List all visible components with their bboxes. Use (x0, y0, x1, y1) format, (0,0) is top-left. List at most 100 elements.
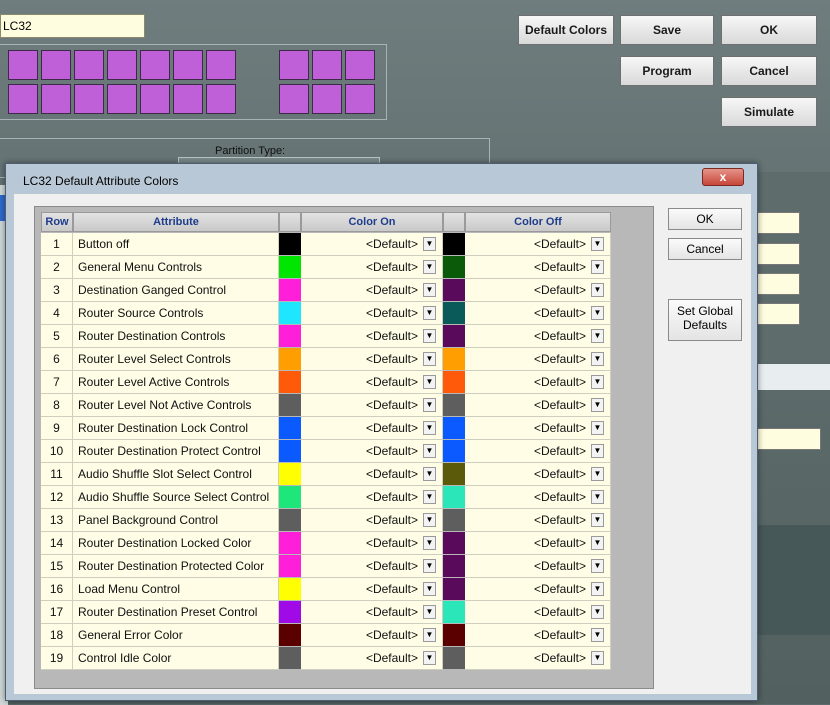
color-off-select[interactable]: <Default> ▼ (465, 601, 611, 624)
panel-button[interactable] (8, 84, 38, 114)
panel-button[interactable] (312, 50, 342, 80)
dropdown-arrow-icon[interactable]: ▼ (591, 651, 604, 665)
set-global-defaults-button[interactable]: Set Global Defaults (668, 299, 742, 341)
dropdown-arrow-icon[interactable]: ▼ (591, 237, 604, 251)
dropdown-arrow-icon[interactable]: ▼ (423, 490, 436, 504)
panel-button[interactable] (8, 50, 38, 80)
color-off-select[interactable]: <Default> ▼ (465, 509, 611, 532)
panel-button[interactable] (345, 50, 375, 80)
color-off-select[interactable]: <Default> ▼ (465, 302, 611, 325)
dialog-cancel-button[interactable]: Cancel (668, 238, 742, 260)
dropdown-arrow-icon[interactable]: ▼ (423, 352, 436, 366)
dropdown-arrow-icon[interactable]: ▼ (423, 513, 436, 527)
color-on-select[interactable]: <Default> ▼ (301, 302, 443, 325)
panel-button[interactable] (41, 50, 71, 80)
dropdown-arrow-icon[interactable]: ▼ (423, 444, 436, 458)
dropdown-arrow-icon[interactable]: ▼ (423, 375, 436, 389)
dropdown-arrow-icon[interactable]: ▼ (591, 605, 604, 619)
panel-button[interactable] (107, 50, 137, 80)
property-field[interactable] (755, 273, 800, 295)
dropdown-arrow-icon[interactable]: ▼ (423, 283, 436, 297)
simulate-button[interactable]: Simulate (721, 97, 817, 127)
color-off-select[interactable]: <Default> ▼ (465, 463, 611, 486)
color-on-select[interactable]: <Default> ▼ (301, 417, 443, 440)
panel-button[interactable] (279, 84, 309, 114)
color-on-select[interactable]: <Default> ▼ (301, 624, 443, 647)
panel-button[interactable] (312, 84, 342, 114)
dropdown-arrow-icon[interactable]: ▼ (423, 306, 436, 320)
color-on-select[interactable]: <Default> ▼ (301, 371, 443, 394)
panel-button[interactable] (107, 84, 137, 114)
dropdown-arrow-icon[interactable]: ▼ (591, 559, 604, 573)
dropdown-arrow-icon[interactable]: ▼ (423, 398, 436, 412)
color-on-select[interactable]: <Default> ▼ (301, 394, 443, 417)
color-off-select[interactable]: <Default> ▼ (465, 578, 611, 601)
dropdown-arrow-icon[interactable]: ▼ (423, 651, 436, 665)
program-button[interactable]: Program (620, 56, 714, 86)
color-on-select[interactable]: <Default> ▼ (301, 440, 443, 463)
color-off-select[interactable]: <Default> ▼ (465, 624, 611, 647)
dropdown-arrow-icon[interactable]: ▼ (591, 306, 604, 320)
panel-button[interactable] (41, 84, 71, 114)
color-on-select[interactable]: <Default> ▼ (301, 486, 443, 509)
dropdown-arrow-icon[interactable]: ▼ (591, 260, 604, 274)
panel-button[interactable] (74, 50, 104, 80)
panel-button[interactable] (140, 84, 170, 114)
color-off-select[interactable]: <Default> ▼ (465, 440, 611, 463)
ok-button[interactable]: OK (721, 15, 817, 45)
panel-button[interactable] (173, 84, 203, 114)
color-on-select[interactable]: <Default> ▼ (301, 555, 443, 578)
color-on-select[interactable]: <Default> ▼ (301, 647, 443, 670)
color-off-select[interactable]: <Default> ▼ (465, 486, 611, 509)
color-off-select[interactable]: <Default> ▼ (465, 256, 611, 279)
color-off-select[interactable]: <Default> ▼ (465, 279, 611, 302)
dropdown-arrow-icon[interactable]: ▼ (423, 582, 436, 596)
dropdown-arrow-icon[interactable]: ▼ (423, 260, 436, 274)
color-off-select[interactable]: <Default> ▼ (465, 417, 611, 440)
dropdown-arrow-icon[interactable]: ▼ (423, 628, 436, 642)
close-icon[interactable]: x (702, 168, 744, 186)
dropdown-arrow-icon[interactable]: ▼ (591, 398, 604, 412)
color-on-select[interactable]: <Default> ▼ (301, 601, 443, 624)
color-on-select[interactable]: <Default> ▼ (301, 463, 443, 486)
property-field[interactable] (755, 243, 800, 265)
color-on-select[interactable]: <Default> ▼ (301, 256, 443, 279)
color-on-select[interactable]: <Default> ▼ (301, 532, 443, 555)
dropdown-arrow-icon[interactable]: ▼ (591, 536, 604, 550)
color-off-select[interactable]: <Default> ▼ (465, 555, 611, 578)
dropdown-arrow-icon[interactable]: ▼ (423, 605, 436, 619)
dropdown-arrow-icon[interactable]: ▼ (591, 513, 604, 527)
panel-button[interactable] (206, 50, 236, 80)
panel-name-field[interactable]: LC32 (0, 14, 145, 38)
dropdown-arrow-icon[interactable]: ▼ (591, 582, 604, 596)
dropdown-arrow-icon[interactable]: ▼ (591, 421, 604, 435)
color-off-select[interactable]: <Default> ▼ (465, 348, 611, 371)
color-off-select[interactable]: <Default> ▼ (465, 532, 611, 555)
color-on-select[interactable]: <Default> ▼ (301, 578, 443, 601)
property-field[interactable] (755, 212, 800, 234)
dropdown-arrow-icon[interactable]: ▼ (591, 490, 604, 504)
dropdown-arrow-icon[interactable]: ▼ (591, 352, 604, 366)
dropdown-arrow-icon[interactable]: ▼ (591, 467, 604, 481)
property-field[interactable] (755, 303, 800, 325)
color-off-select[interactable]: <Default> ▼ (465, 394, 611, 417)
color-off-select[interactable]: <Default> ▼ (465, 371, 611, 394)
save-button[interactable]: Save (620, 15, 714, 45)
dropdown-arrow-icon[interactable]: ▼ (423, 329, 436, 343)
color-on-select[interactable]: <Default> ▼ (301, 348, 443, 371)
panel-button[interactable] (74, 84, 104, 114)
color-on-select[interactable]: <Default> ▼ (301, 509, 443, 532)
dropdown-arrow-icon[interactable]: ▼ (591, 444, 604, 458)
color-off-select[interactable]: <Default> ▼ (465, 325, 611, 348)
property-field[interactable] (755, 428, 821, 450)
default-colors-button[interactable]: Default Colors (518, 15, 614, 45)
dropdown-arrow-icon[interactable]: ▼ (423, 237, 436, 251)
dropdown-arrow-icon[interactable]: ▼ (591, 628, 604, 642)
dropdown-arrow-icon[interactable]: ▼ (423, 536, 436, 550)
color-on-select[interactable]: <Default> ▼ (301, 279, 443, 302)
dropdown-arrow-icon[interactable]: ▼ (423, 467, 436, 481)
panel-button[interactable] (140, 50, 170, 80)
panel-button[interactable] (279, 50, 309, 80)
color-off-select[interactable]: <Default> ▼ (465, 233, 611, 256)
dropdown-arrow-icon[interactable]: ▼ (423, 559, 436, 573)
